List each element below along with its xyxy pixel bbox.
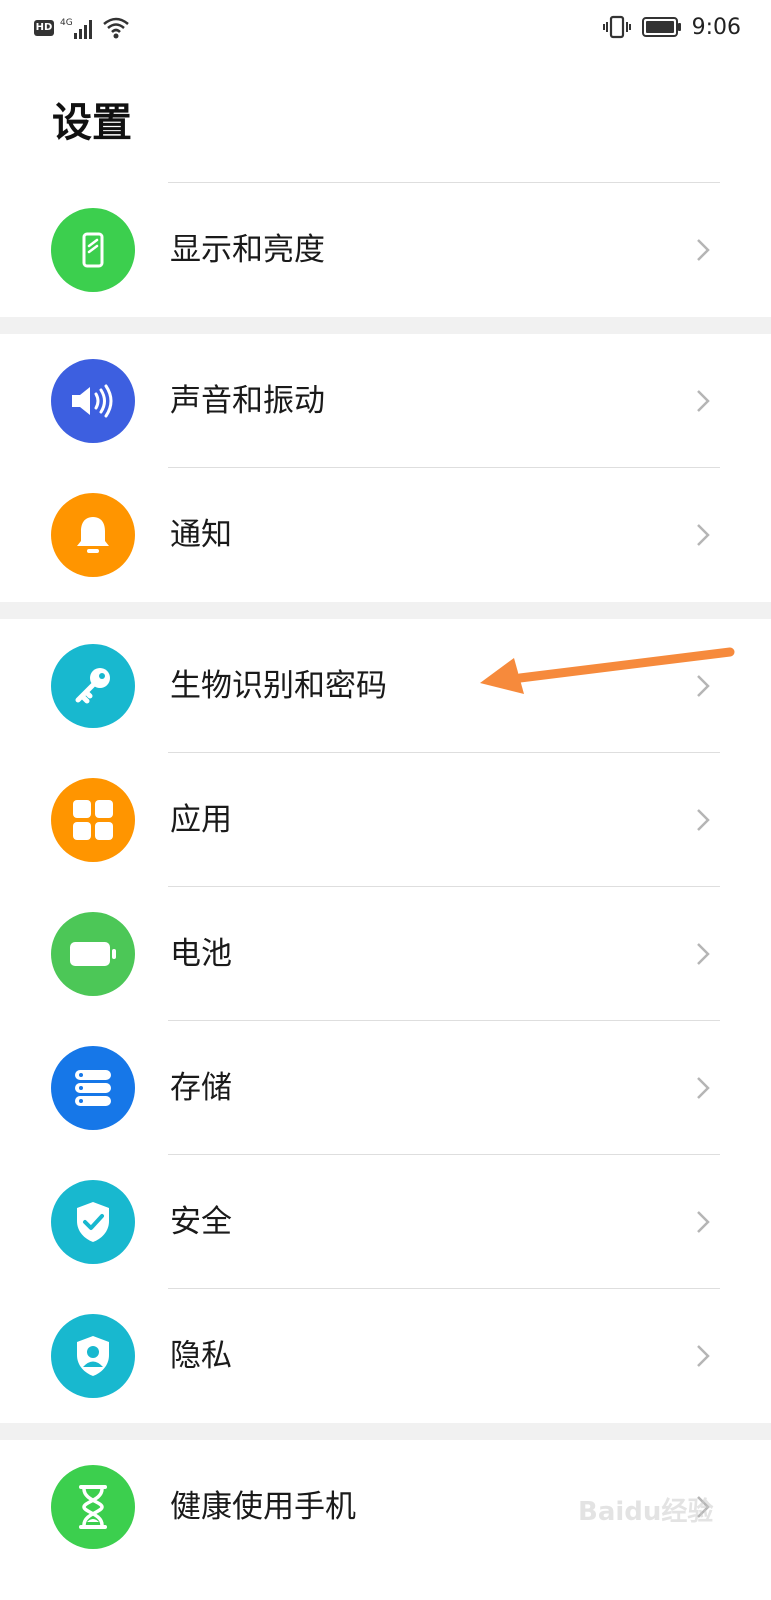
vibrate-icon [602,15,631,39]
watermark-text: Baidu经验 [578,1496,713,1527]
hd-badge: HD [34,20,54,36]
settings-item-label: 应用 [170,802,232,838]
hourglass-icon [51,1465,135,1549]
section-gap [0,317,771,334]
display-icon [51,208,135,292]
settings-item-battery[interactable]: 电池 [0,887,771,1021]
settings-item-display[interactable]: 显示和亮度 [0,183,771,317]
network-type-label: 4G [60,18,73,28]
chevron-right-icon [697,943,710,965]
settings-item-label: 声音和振动 [170,383,325,419]
key-icon [51,644,135,728]
annotation-arrow [480,647,735,694]
clock-time: 9:06 [691,14,741,40]
battery-icon [51,912,135,996]
settings-item-security[interactable]: 安全 [0,1155,771,1289]
settings-item-sound[interactable]: 声音和振动 [0,334,771,468]
chevron-right-icon [697,1345,710,1367]
page-title: 设置 [52,100,132,146]
settings-item-apps[interactable]: 应用 [0,753,771,887]
chevron-right-icon [697,390,710,412]
bell-icon [51,493,135,577]
speaker-icon [51,359,135,443]
watermark-logo: Baidu经验 [578,1496,713,1527]
settings-item-label: 显示和亮度 [170,232,325,268]
status-bar-right: 9:06 [602,14,741,40]
settings-item-notifications[interactable]: 通知 [0,468,771,602]
chevron-right-icon [697,524,710,546]
settings-item-label: 健康使用手机 [170,1489,356,1525]
settings-item-label: 存储 [170,1070,232,1106]
battery-status-icon [641,17,681,37]
shield-check-icon [51,1180,135,1264]
status-bar-left: HD 4G [34,16,130,40]
apps-grid-icon [51,778,135,862]
chevron-right-icon [697,809,710,831]
section-gap [0,602,771,619]
settings-item-label: 隐私 [170,1338,232,1374]
chevron-right-icon [697,239,710,261]
settings-item-label: 电池 [170,936,232,972]
storage-icon [51,1046,135,1130]
settings-item-privacy[interactable]: 隐私 [0,1289,771,1423]
signal-icon: 4G [60,18,92,39]
privacy-shield-icon [51,1314,135,1398]
chevron-right-icon [697,1077,710,1099]
settings-item-label: 安全 [170,1204,232,1240]
settings-item-storage[interactable]: 存储 [0,1021,771,1155]
status-bar: HD 4G 9:06 [0,0,771,56]
settings-item-label: 通知 [170,517,232,553]
settings-item-label: 生物识别和密码 [170,668,387,704]
chevron-right-icon [697,1211,710,1233]
wifi-icon [103,17,129,39]
section-gap [0,1423,771,1440]
